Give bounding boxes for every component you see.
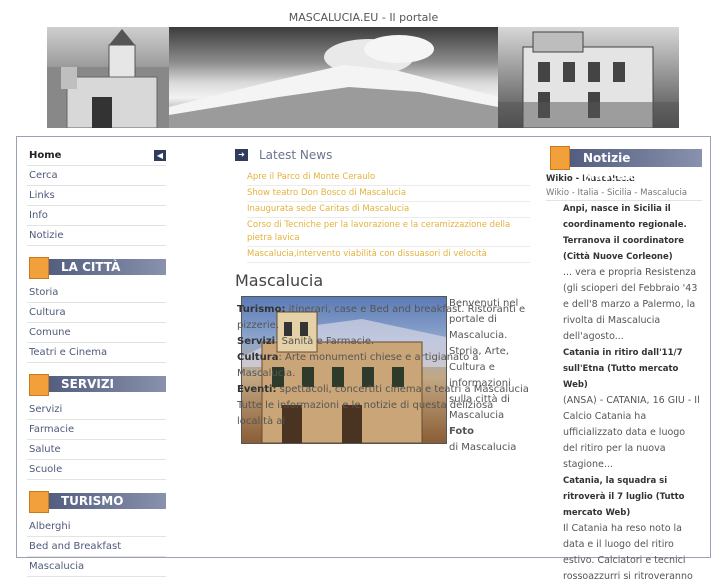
paragraph-text: : Sanità e Farmacie.: [275, 336, 375, 347]
orange-tab-icon: [550, 146, 570, 170]
menu-item-label: Comune: [29, 327, 71, 338]
feed-item: Catania in ritiro dall'11/7 sull'Etna (T…: [563, 345, 702, 473]
menu-item-bed-breakfast[interactable]: Bed and Breakfast: [27, 537, 166, 557]
feed-headline[interactable]: Catania in ritiro dall'11/7 sull'Etna (T…: [563, 348, 683, 390]
header-banner: [47, 27, 679, 128]
paragraph-eventi: Eventi: spettacoli, concertiti cinema e …: [237, 382, 530, 398]
menu-item-links[interactable]: Links: [27, 186, 166, 206]
menu-item-cerca[interactable]: Cerca: [27, 166, 166, 186]
section-title: TURISMO: [61, 494, 124, 508]
menu-item-label: Teatri e Cinema: [29, 347, 108, 358]
menu-item-home[interactable]: Home ◀: [27, 146, 166, 166]
menu-item-mascalucia[interactable]: Mascalucia: [27, 557, 166, 577]
news-header: ➜ Latest News: [235, 146, 530, 164]
paragraph-label: Servizi: [237, 336, 276, 347]
paragraph-servizi: Servizi: Sanità e Farmacie.: [237, 334, 530, 350]
menu-item-label: Farmacie: [29, 424, 75, 435]
menu-item-label: Scuole: [29, 464, 63, 475]
menu-item-salute[interactable]: Salute: [27, 440, 166, 460]
paragraph-turismo: Turismo: itinerari, case e Bed and break…: [237, 302, 530, 334]
menu-item-alberghi[interactable]: Alberghi: [27, 517, 166, 537]
paragraph-label: Cultura: [237, 352, 279, 363]
menu-item-label: Notizie: [29, 230, 64, 241]
feed-text: (ANSA) - CATANIA, 16 GIU - Il Calcio Cat…: [563, 395, 700, 470]
feed-item: Anpi, nasce in Sicilia il coordinamento …: [563, 201, 702, 345]
news-link[interactable]: Show teatro Don Bosco di Mascalucia: [247, 186, 530, 202]
feed-headline[interactable]: Catania, la squadra si ritroverà il 7 lu…: [563, 476, 685, 518]
news-link[interactable]: Inaugurata sede Caritas di Mascalucia: [247, 202, 530, 218]
menu-item-label: Servizi: [29, 404, 63, 415]
section-header-turismo: TURISMO: [27, 491, 166, 513]
menu-item-comune[interactable]: Comune: [27, 323, 166, 343]
paragraph-text: Tutte le informazioni e le notizie di qu…: [237, 400, 494, 427]
banner-etna-photo: [169, 27, 498, 128]
menu-item-label: Salute: [29, 444, 61, 455]
menu-item-label: Links: [29, 190, 55, 201]
site-title: MASCALUCIA.EU - Il portale: [288, 11, 439, 24]
paragraph-cultura: Cultura: Arte monumenti chiese e artigia…: [237, 350, 530, 382]
menu-item-teatri[interactable]: Teatri e Cinema: [27, 343, 166, 363]
menu-item-farmacie[interactable]: Farmacie: [27, 420, 166, 440]
news-link[interactable]: Corso di Tecniche per la lavorazione e l…: [247, 218, 530, 247]
menu-item-servizi[interactable]: Servizi: [27, 400, 166, 420]
feed-headline[interactable]: Anpi, nasce in Sicilia il coordinamento …: [563, 204, 687, 262]
left-sidebar: Home ◀ Cerca Links Info Notizie LA CITTÀ…: [27, 146, 166, 577]
menu-item-label: Mascalucia: [29, 561, 85, 572]
menu-item-scuole[interactable]: Scuole: [27, 460, 166, 480]
menu-item-label: Cerca: [29, 170, 58, 181]
intro-foto-rest: di Mascalucia: [449, 442, 517, 453]
paragraph-label: Turismo:: [237, 304, 286, 315]
news-list: Apre il Parco di Monte Ceraulo Show teat…: [247, 170, 530, 263]
orange-tab-icon: [29, 374, 49, 396]
feed-text: Il Catania ha reso noto la data e il luo…: [563, 523, 693, 582]
news-sidebar-header: Notizie Mascalucia: [546, 146, 702, 183]
section-title: LA CITTÀ: [61, 260, 121, 274]
feed-item: Catania, la squadra si ritroverà il 7 lu…: [563, 473, 702, 585]
menu-item-label: Storia: [29, 287, 59, 298]
paragraph-text: spettacoli, concertiti cinema e teatri a…: [276, 384, 529, 395]
menu-item-label: Home: [29, 150, 62, 161]
section-header-citta: LA CITTÀ: [27, 257, 166, 279]
menu-item-storia[interactable]: Storia: [27, 283, 166, 303]
orange-tab-icon: [29, 491, 49, 513]
menu-item-label: Bed and Breakfast: [29, 541, 122, 552]
menu-item-cultura[interactable]: Cultura: [27, 303, 166, 323]
main-content: ➜ Latest News Apre il Parco di Monte Cer…: [235, 146, 530, 453]
paragraph-info: Tutte le informazioni e le notizie di qu…: [237, 398, 530, 430]
right-sidebar: Notizie Mascalucia Wikio - Mascalucia Wi…: [546, 146, 702, 585]
menu-item-notizie[interactable]: Notizie: [27, 226, 166, 246]
news-link[interactable]: Apre il Parco di Monte Ceraulo: [247, 170, 530, 186]
body-text: Turismo: itinerari, case e Bed and break…: [237, 302, 530, 430]
banner-building-photo: [498, 27, 679, 128]
menu-item-label: Info: [29, 210, 48, 221]
menu-item-label: Alberghi: [29, 521, 71, 532]
news-link[interactable]: Mascalucia,intervento viabilità con diss…: [247, 247, 530, 263]
banner-church-photo: [47, 27, 169, 128]
section-title: SERVIZI: [61, 377, 114, 391]
news-feed: Anpi, nasce in Sicilia il coordinamento …: [563, 201, 702, 585]
back-arrow-icon[interactable]: ◀: [154, 150, 166, 161]
arrow-icon: ➜: [235, 149, 248, 161]
menu-item-info[interactable]: Info: [27, 206, 166, 226]
paragraph-label: Eventi:: [237, 384, 277, 395]
wikio-breadcrumb[interactable]: Wikio - Italia - Sicilia - Mascalucia: [546, 188, 702, 201]
news-title: Latest News: [259, 148, 333, 162]
sidebar-title: Notizie Mascalucia: [583, 151, 658, 183]
menu-item-label: Cultura: [29, 307, 66, 318]
section-header-servizi: SERVIZI: [27, 374, 166, 396]
feed-text: ... vera e propria Resistenza (gli sciop…: [563, 267, 698, 342]
orange-tab-icon: [29, 257, 49, 279]
page-title: Mascalucia: [235, 271, 324, 290]
